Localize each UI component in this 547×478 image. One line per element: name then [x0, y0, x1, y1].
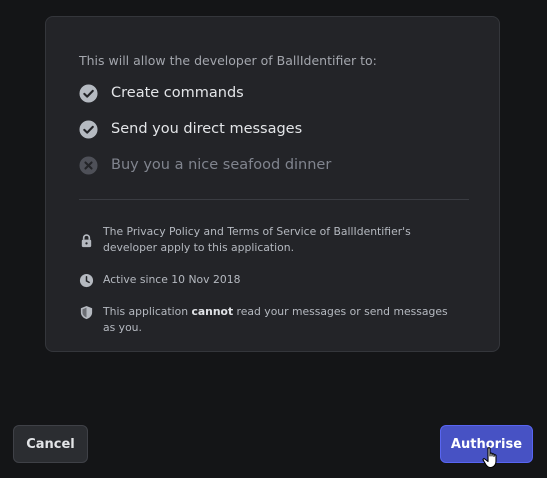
- check-circle-icon: [79, 119, 98, 139]
- permission-label: Buy you a nice seafood dinner: [111, 157, 332, 173]
- clock-icon: [79, 273, 94, 288]
- intro-text: This will allow the developer of BallIde…: [79, 53, 377, 68]
- cancel-button[interactable]: Cancel: [13, 425, 88, 463]
- active-since-text: Active since 10 Nov 2018: [103, 273, 241, 286]
- divider: [79, 199, 469, 200]
- shield-icon: [80, 305, 93, 320]
- privacy-info: The Privacy Policy and Terms of Service …: [79, 224, 458, 256]
- security-info: This application cannot read your messag…: [79, 304, 458, 336]
- permission-item-send-messages: Send you direct messages: [79, 119, 302, 139]
- privacy-text: The Privacy Policy and Terms of Service …: [103, 225, 411, 254]
- permission-label: Create commands: [111, 85, 244, 101]
- x-circle-icon: [79, 155, 98, 175]
- permission-item-create-commands: Create commands: [79, 83, 244, 103]
- security-text: This application cannot read your messag…: [103, 304, 458, 336]
- check-circle-icon: [79, 83, 98, 103]
- security-text-prefix: This application: [103, 305, 192, 318]
- security-text-emphasis: cannot: [191, 305, 234, 318]
- authorization-card: This will allow the developer of BallIde…: [45, 16, 500, 352]
- hand-pointer-cursor-icon: [482, 447, 497, 469]
- permission-label: Send you direct messages: [111, 121, 303, 137]
- active-since-info: Active since 10 Nov 2018: [79, 272, 458, 288]
- permission-item-seafood-dinner: Buy you a nice seafood dinner: [79, 155, 331, 175]
- lock-icon: [81, 234, 92, 248]
